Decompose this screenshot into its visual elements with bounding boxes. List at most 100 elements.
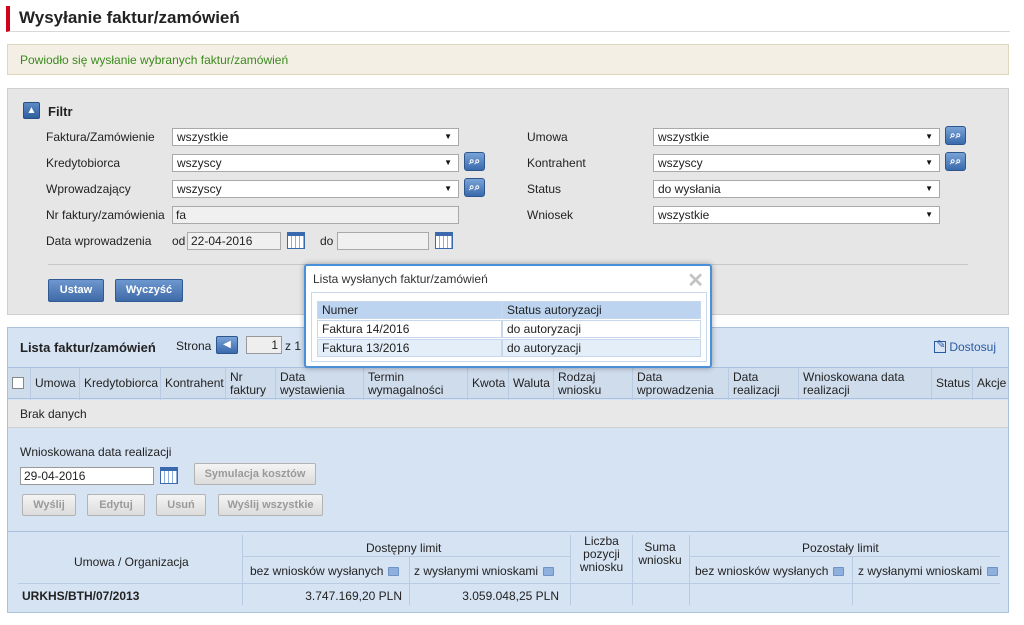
kredytobiorca-select[interactable]: wszyscy ▼ — [172, 154, 459, 172]
limits-divider — [852, 557, 853, 605]
limits-pozostaly-header: Pozostały limit — [802, 541, 879, 555]
limits-bez2-label: bez wniosków wysłanych — [695, 564, 829, 578]
do-label: do — [320, 234, 334, 248]
page-of-label: z 1 — [285, 339, 302, 353]
col-termin-wymagalnosci[interactable]: Termin wymagalności — [363, 368, 467, 400]
filter-title: Filtr — [48, 104, 73, 119]
data-od-input[interactable]: 22-04-2016 — [187, 232, 281, 250]
popup-row-status: do autoryzacji — [502, 339, 701, 357]
faktura-select[interactable]: wszystkie ▼ — [172, 128, 459, 146]
kredytobiorca-label: Kredytobiorca — [46, 156, 121, 170]
empty-row: Brak danych — [8, 400, 1008, 428]
calendar-icon[interactable] — [286, 231, 306, 250]
col-rodzaj-wniosku[interactable]: Rodzaj wniosku — [553, 368, 632, 400]
col-waluta[interactable]: Waluta — [508, 368, 553, 400]
col-data-wprowadzenia[interactable]: Data wprowadzenia — [632, 368, 728, 400]
limits-suma-header: Suma wniosku — [632, 541, 688, 567]
umowa-select[interactable]: wszystkie ▼ — [653, 128, 940, 146]
symulacja-kosztow-button[interactable]: Symulacja kosztów — [194, 463, 316, 485]
col-wnioskowana-data[interactable]: Wnioskowana data realizacji — [798, 368, 931, 400]
wnioskowana-data-input[interactable]: 29-04-2016 — [20, 467, 154, 485]
list-title: Lista faktur/zamówień — [20, 340, 156, 355]
limits-divider — [570, 535, 571, 605]
edit-icon — [934, 338, 947, 353]
limits-row-z: 3.059.048,25 PLN — [462, 589, 559, 603]
limits-z-header: z wysłanymi wnioskami — [414, 564, 555, 578]
popup-title: Lista wysłanych faktur/zamówień — [313, 272, 488, 286]
filter-icon[interactable] — [543, 567, 555, 576]
wyslij-button[interactable]: Wyślij — [22, 494, 76, 516]
col-nr-faktury-line2: faktury — [230, 383, 267, 397]
select-all-checkbox[interactable] — [12, 377, 24, 389]
faktura-label: Faktura/Zamówienie — [46, 130, 155, 144]
col-termin-line2: wymagalności — [368, 383, 444, 397]
limits-bez-header: bez wniosków wysłanych — [250, 564, 400, 578]
binoculars-icon[interactable]: ⌕⌕ — [464, 178, 485, 197]
wyczysc-button[interactable]: Wyczyść — [115, 279, 183, 302]
close-icon[interactable]: ✕ — [687, 268, 704, 293]
col-status[interactable]: Status — [931, 368, 972, 400]
data-do-input[interactable] — [337, 232, 429, 250]
binoculars-icon[interactable]: ⌕⌕ — [945, 152, 966, 171]
dostosuj-link[interactable]: Dostosuj — [934, 338, 996, 354]
filter-icon[interactable] — [833, 567, 845, 576]
faktura-select-value: wszystkie — [177, 130, 229, 144]
data-wprowadzenia-label: Data wprowadzenia — [46, 234, 152, 248]
binoculars-icon[interactable]: ⌕⌕ — [464, 152, 485, 171]
umowa-label: Umowa — [527, 130, 568, 144]
usun-button[interactable]: Usuń — [156, 494, 206, 516]
page-number-input[interactable]: 1 — [246, 336, 282, 354]
popup-row-status: do autoryzacji — [502, 320, 701, 338]
limits-z2-header: z wysłanymi wnioskami — [858, 564, 999, 578]
dropdown-arrow-icon: ▼ — [925, 158, 933, 167]
col-data-wystawienia[interactable]: Data wystawienia — [275, 368, 363, 400]
kontrahent-label: Kontrahent — [527, 156, 586, 170]
limits-liczba-header: Liczba pozycji wniosku — [573, 535, 630, 574]
limits-z-label: z wysłanymi wnioskami — [414, 564, 539, 578]
limits-row-bez: 3.747.169,20 PLN — [305, 589, 402, 603]
dropdown-arrow-icon: ▼ — [925, 210, 933, 219]
status-select[interactable]: do wysłania ▼ — [653, 180, 940, 198]
wyslij-wszystkie-button[interactable]: Wyślij wszystkie — [218, 494, 323, 516]
wprowadzajacy-label: Wprowadzający — [46, 182, 131, 196]
col-data-realizacji-line2: realizacji — [733, 383, 780, 397]
wprowadzajacy-select[interactable]: wszyscy ▼ — [172, 180, 459, 198]
edytuj-button[interactable]: Edytuj — [87, 494, 145, 516]
wniosek-select-value: wszystkie — [658, 208, 710, 222]
col-kredytobiorca[interactable]: Kredytobiorca — [79, 368, 160, 400]
col-umowa[interactable]: Umowa — [30, 368, 79, 400]
wniosek-label: Wniosek — [527, 208, 574, 222]
limits-divider — [18, 583, 1000, 584]
popup-col-numer: Numer — [317, 301, 502, 319]
success-message: Powiodło się wysłanie wybranych faktur/z… — [7, 44, 1009, 75]
limits-z2-label: z wysłanymi wnioskami — [858, 564, 983, 578]
kontrahent-select[interactable]: wszyscy ▼ — [653, 154, 940, 172]
collapse-icon[interactable]: ▲ — [23, 102, 40, 119]
table-row[interactable]: Faktura 13/2016 do autoryzacji — [317, 339, 701, 357]
binoculars-icon[interactable]: ⌕⌕ — [945, 126, 966, 145]
dropdown-arrow-icon: ▼ — [925, 132, 933, 141]
col-nr-faktury[interactable]: Nr faktury — [225, 368, 275, 400]
wniosek-select[interactable]: wszystkie ▼ — [653, 206, 940, 224]
dropdown-arrow-icon: ▼ — [444, 132, 452, 141]
filter-icon[interactable] — [388, 567, 400, 576]
limits-divider — [689, 535, 690, 605]
col-kontrahent[interactable]: Kontrahent — [160, 368, 225, 400]
limits-divider — [242, 556, 570, 557]
calendar-icon[interactable] — [159, 466, 179, 485]
table-header: Umowa Kredytobiorca Kontrahent Nr faktury… — [8, 367, 1008, 400]
calendar-icon[interactable] — [434, 231, 454, 250]
select-all-cell — [8, 368, 30, 400]
status-label: Status — [527, 182, 562, 196]
nr-faktury-input[interactable]: fa — [172, 206, 459, 224]
page-title: Wysyłanie faktur/zamówień — [6, 6, 1010, 32]
prev-page-button[interactable]: ◀ — [216, 336, 238, 354]
limits-divider — [632, 535, 633, 605]
table-row[interactable]: Faktura 14/2016 do autoryzacji — [317, 320, 701, 338]
filter-icon[interactable] — [987, 567, 999, 576]
col-rodzaj-line2: wniosku — [558, 383, 602, 397]
col-data-realizacji[interactable]: Data realizacji — [728, 368, 798, 400]
ustaw-button[interactable]: Ustaw — [48, 279, 104, 302]
dropdown-arrow-icon: ▼ — [444, 184, 452, 193]
col-kwota[interactable]: Kwota — [467, 368, 508, 400]
